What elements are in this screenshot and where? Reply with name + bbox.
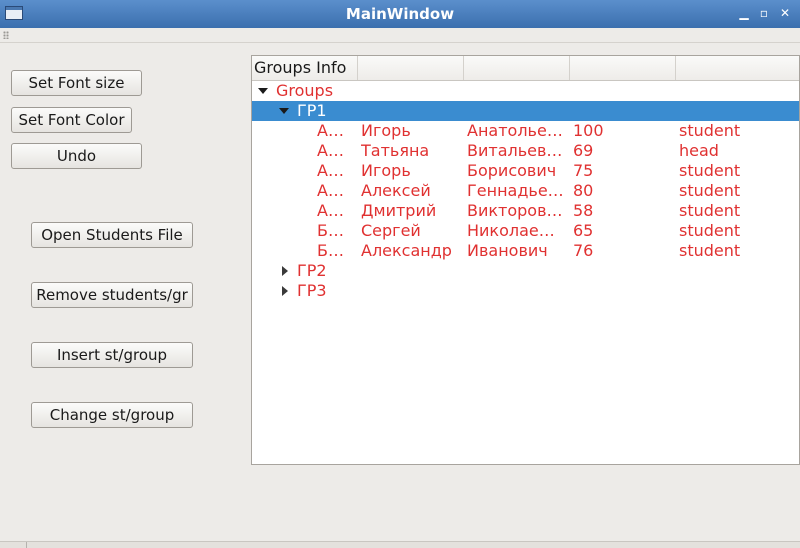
minimize-icon[interactable]: ▁ (736, 5, 752, 21)
group-label: ГР1 (297, 101, 327, 120)
tree-header: Groups Info (252, 56, 799, 81)
student-role: student (679, 221, 741, 240)
student-lastname: А… (317, 121, 344, 140)
toolbar-grip-icon[interactable] (3, 31, 9, 39)
student-patronymic: Викторов… (467, 201, 563, 220)
student-score: 100 (573, 121, 604, 140)
collapsed-arrow-icon[interactable] (282, 266, 288, 276)
student-firstname: Дмитрий (361, 201, 437, 220)
student-lastname: А… (317, 201, 344, 220)
student-score: 76 (573, 241, 594, 260)
student-row[interactable]: А… Игорь Борисович 75 student (252, 161, 799, 181)
expand-arrow-icon[interactable] (258, 88, 268, 94)
student-firstname: Игорь (361, 121, 411, 140)
group-label: ГР2 (297, 261, 327, 280)
tree-root-row[interactable]: Groups (252, 81, 799, 101)
open-students-file-button[interactable]: Open Students File (31, 222, 193, 248)
student-lastname: А… (317, 141, 344, 160)
toolbar-area (0, 28, 800, 42)
student-lastname: А… (317, 181, 344, 200)
student-score: 69 (573, 141, 594, 160)
groups-tree-view[interactable]: Groups Info Groups ГР1 А… Игорь Анатолье… (251, 55, 800, 465)
student-score: 58 (573, 201, 594, 220)
root-label: Groups (276, 81, 334, 100)
student-patronymic: Геннадье… (467, 181, 564, 200)
student-role: student (679, 181, 741, 200)
student-lastname: Б… (317, 221, 344, 240)
group-row[interactable]: ГР3 (252, 281, 799, 301)
set-font-size-button[interactable]: Set Font size (11, 70, 142, 96)
student-firstname: Игорь (361, 161, 411, 180)
student-firstname: Александр (361, 241, 452, 260)
header-col-5[interactable] (676, 56, 799, 80)
student-role: student (679, 241, 741, 260)
student-role: student (679, 201, 741, 220)
student-score: 80 (573, 181, 594, 200)
header-col-4[interactable] (570, 56, 676, 80)
group-row[interactable]: ГР1 (252, 101, 799, 121)
close-icon[interactable]: ✕ (777, 5, 793, 21)
header-col-2[interactable] (358, 56, 464, 80)
student-firstname: Сергей (361, 221, 421, 240)
expand-arrow-icon[interactable] (279, 108, 289, 114)
student-score: 75 (573, 161, 594, 180)
student-row[interactable]: А… Дмитрий Викторов… 58 student (252, 201, 799, 221)
student-role: head (679, 141, 719, 160)
student-lastname: А… (317, 161, 344, 180)
student-firstname: Татьяна (361, 141, 430, 160)
change-button[interactable]: Change st/group (31, 402, 193, 428)
student-firstname: Алексей (361, 181, 431, 200)
status-bar-divider (26, 542, 27, 548)
student-patronymic: Витальев… (467, 141, 563, 160)
student-patronymic: Борисович (467, 161, 557, 180)
student-patronymic: Анатолье… (467, 121, 563, 140)
student-row[interactable]: Б… Александр Иванович 76 student (252, 241, 799, 261)
insert-button[interactable]: Insert st/group (31, 342, 193, 368)
student-patronymic: Иванович (467, 241, 548, 260)
window-title: MainWindow (345, 5, 455, 23)
divider (0, 42, 800, 43)
student-role: student (679, 161, 741, 180)
set-font-color-button[interactable]: Set Font Color (11, 107, 132, 133)
student-patronymic: Николае… (467, 221, 555, 240)
title-bar: MainWindow ▁ ▫ ✕ (0, 0, 800, 28)
student-row[interactable]: А… Игорь Анатолье… 100 student (252, 121, 799, 141)
remove-students-button[interactable]: Remove students/gr (31, 282, 193, 308)
header-groups-info[interactable]: Groups Info (252, 56, 358, 80)
student-row[interactable]: А… Татьяна Витальев… 69 head (252, 141, 799, 161)
student-row[interactable]: Б… Сергей Николае… 65 student (252, 221, 799, 241)
group-row[interactable]: ГР2 (252, 261, 799, 281)
maximize-icon[interactable]: ▫ (756, 5, 772, 21)
student-role: student (679, 121, 741, 140)
student-lastname: Б… (317, 241, 344, 260)
group-label: ГР3 (297, 281, 327, 300)
header-col-3[interactable] (464, 56, 570, 80)
collapsed-arrow-icon[interactable] (282, 286, 288, 296)
undo-button[interactable]: Undo (11, 143, 142, 169)
student-score: 65 (573, 221, 594, 240)
student-row[interactable]: А… Алексей Геннадье… 80 student (252, 181, 799, 201)
